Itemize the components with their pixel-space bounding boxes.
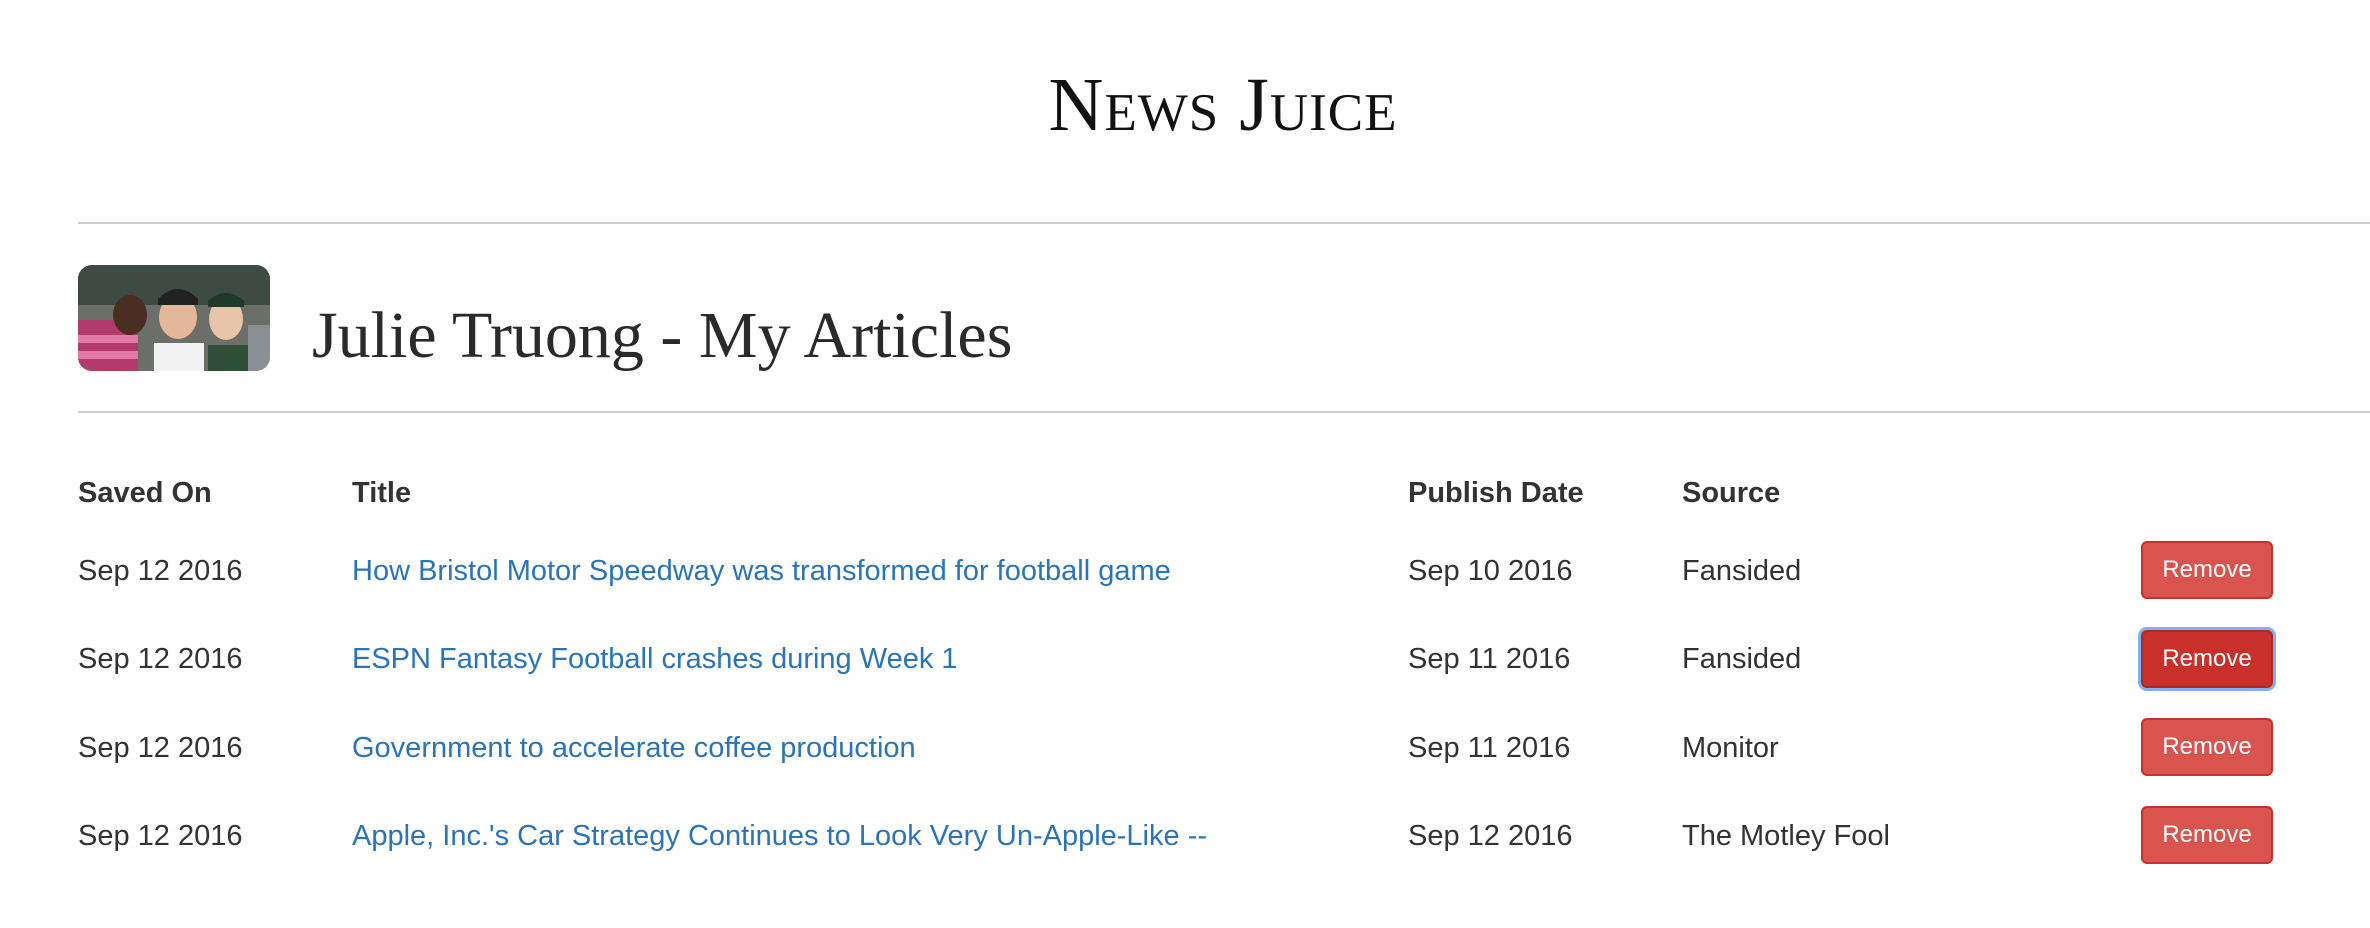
remove-button[interactable]: Remove: [2141, 806, 2273, 864]
group-photo-avatar-icon: [78, 265, 270, 371]
column-header-source: Source: [1682, 477, 1781, 509]
remove-button[interactable]: Remove: [2141, 630, 2273, 688]
source-cell: The Motley Fool: [1682, 820, 1890, 852]
header-divider: [78, 222, 2370, 224]
user-avatar: [78, 265, 270, 371]
publish-date-cell: Sep 10 2016: [1408, 555, 1573, 587]
publish-date-cell: Sep 11 2016: [1408, 643, 1571, 675]
article-title-link[interactable]: Government to accelerate coffee producti…: [352, 732, 916, 765]
publish-date-cell: Sep 12 2016: [1408, 820, 1573, 852]
saved-on-cell: Sep 12 2016: [78, 732, 243, 764]
title-divider: [78, 411, 2370, 413]
page-title: Julie Truong - My Articles: [312, 299, 1013, 372]
article-title-link[interactable]: ESPN Fantasy Football crashes during Wee…: [352, 643, 958, 676]
column-header-title: Title: [352, 477, 412, 509]
source-cell: Monitor: [1682, 732, 1779, 764]
remove-button[interactable]: Remove: [2141, 718, 2273, 776]
publish-date-cell: Sep 11 2016: [1408, 732, 1571, 764]
saved-on-cell: Sep 12 2016: [78, 555, 243, 587]
saved-on-cell: Sep 12 2016: [78, 820, 243, 852]
column-header-saved-on: Saved On: [78, 477, 212, 509]
article-title-link[interactable]: How Bristol Motor Speedway was transform…: [352, 555, 1171, 588]
site-brand-title: News Juice: [1048, 63, 1398, 147]
column-header-publish-date: Publish Date: [1408, 477, 1584, 509]
remove-button[interactable]: Remove: [2141, 541, 2273, 599]
article-title-link[interactable]: Apple, Inc.'s Car Strategy Continues to …: [352, 820, 1207, 853]
source-cell: Fansided: [1682, 555, 1802, 587]
source-cell: Fansided: [1682, 643, 1802, 675]
saved-on-cell: Sep 12 2016: [78, 643, 243, 675]
